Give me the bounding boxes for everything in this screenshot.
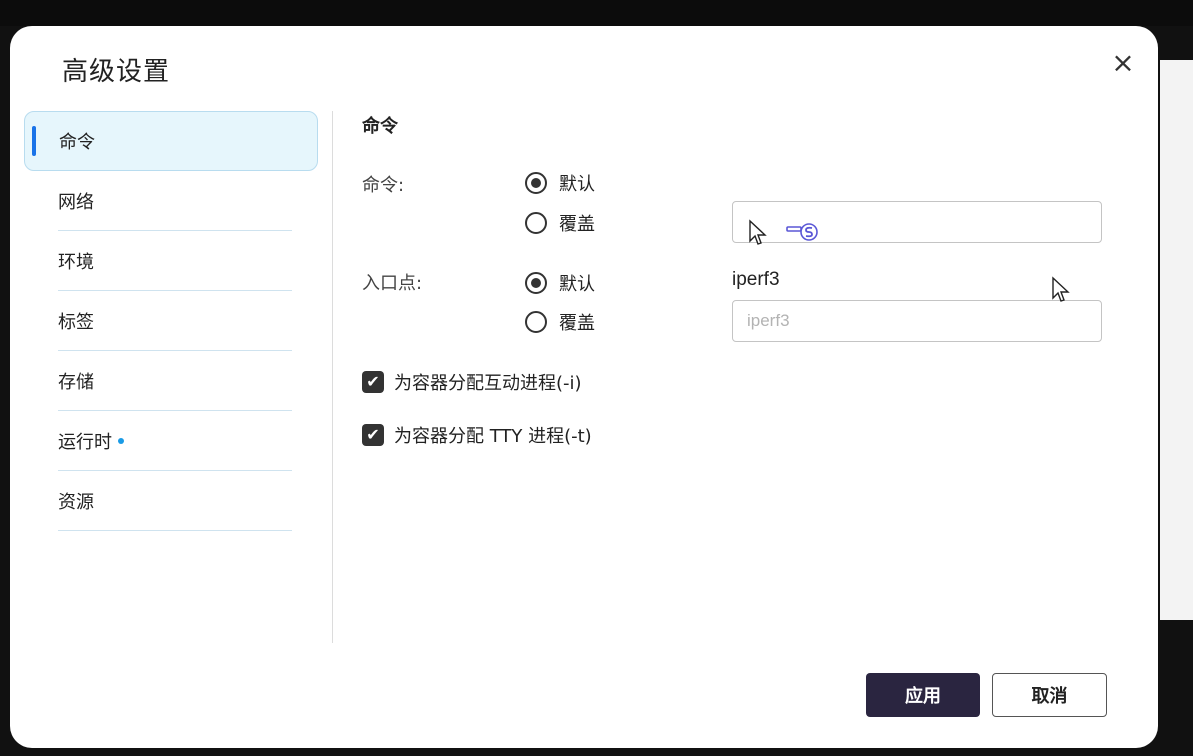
entrypoint-label: 入口点:	[362, 273, 423, 294]
divider	[58, 530, 292, 531]
command-label: 命令:	[362, 175, 405, 196]
mouse-pointer-icon	[1052, 276, 1070, 302]
cancel-button[interactable]: 取消	[992, 673, 1107, 717]
command-override-radio[interactable]: 覆盖	[525, 210, 595, 236]
sidebar-item-label: 网络	[58, 192, 94, 213]
sidebar-item-label: 存储	[58, 372, 94, 393]
radio-label: 覆盖	[559, 214, 595, 235]
radio-selected-icon	[525, 172, 547, 194]
section-title: 命令	[362, 116, 398, 137]
checkbox-label: 为容器分配互动进程(-i)	[394, 373, 582, 394]
vertical-divider	[332, 111, 333, 643]
mouse-pointer-icon	[749, 219, 767, 245]
sidebar-item-label: 命令	[59, 132, 95, 153]
sidebar-item-environment[interactable]: 环境	[24, 231, 318, 291]
radio-selected-icon	[525, 272, 547, 294]
background-top	[0, 0, 1193, 26]
sidebar-item-labels[interactable]: 标签	[24, 291, 318, 351]
sidebar-item-runtime[interactable]: 运行时	[24, 411, 318, 471]
advanced-settings-dialog: 高级设置 × 命令 网络 环境 标签 存储 运行时 资源 命令 命令: 默认 覆…	[10, 26, 1158, 748]
radio-label: 默认	[559, 174, 595, 195]
drag-stamp-icon	[786, 223, 818, 241]
dialog-title: 高级设置	[62, 57, 171, 87]
interactive-checkbox[interactable]: ✔ 为容器分配互动进程(-i)	[362, 369, 582, 395]
checkbox-label: 为容器分配 TTY 进程(-t)	[394, 426, 592, 447]
radio-unselected-icon	[525, 212, 547, 234]
close-icon[interactable]: ×	[1108, 48, 1138, 78]
radio-unselected-icon	[525, 311, 547, 333]
radio-label: 默认	[559, 274, 595, 295]
sidebar-item-label: 环境	[58, 252, 94, 273]
settings-sidebar: 命令 网络 环境 标签 存储 运行时 资源	[24, 111, 318, 531]
entrypoint-input[interactable]	[732, 300, 1102, 342]
sidebar-item-resources[interactable]: 资源	[24, 471, 318, 531]
background-page-edge	[1160, 60, 1193, 620]
sidebar-item-label: 资源	[58, 492, 94, 513]
sidebar-item-label: 运行时	[58, 432, 112, 453]
sidebar-item-command[interactable]: 命令	[24, 111, 318, 171]
sidebar-item-network[interactable]: 网络	[24, 171, 318, 231]
modified-dot-icon	[118, 438, 124, 444]
tty-checkbox[interactable]: ✔ 为容器分配 TTY 进程(-t)	[362, 422, 592, 448]
checkbox-checked-icon: ✔	[362, 424, 384, 446]
command-default-radio[interactable]: 默认	[525, 170, 595, 196]
radio-label: 覆盖	[559, 313, 595, 334]
entrypoint-default-radio[interactable]: 默认	[525, 270, 595, 296]
sidebar-item-storage[interactable]: 存储	[24, 351, 318, 411]
apply-button[interactable]: 应用	[866, 673, 980, 717]
checkbox-checked-icon: ✔	[362, 371, 384, 393]
entrypoint-current-value: iperf3	[732, 269, 780, 290]
sidebar-item-label: 标签	[58, 312, 94, 333]
entrypoint-override-radio[interactable]: 覆盖	[525, 309, 595, 335]
